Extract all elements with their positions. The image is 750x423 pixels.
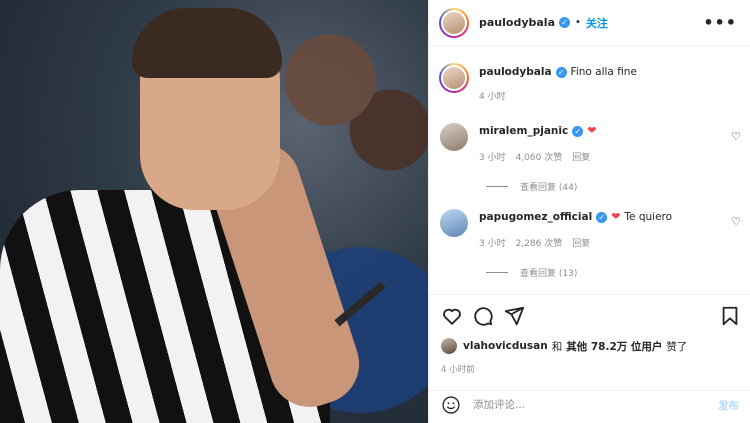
post-header: paulodybala ✓ • 关注 ••• (429, 0, 750, 46)
caption-text: Fino alla fine (570, 66, 637, 78)
verified-icon: ✓ (555, 66, 567, 78)
liker-username[interactable]: vlahovicdusan (463, 340, 548, 352)
post-photo[interactable] (0, 0, 428, 423)
heart-icon[interactable] (441, 305, 463, 327)
caption-avatar[interactable] (439, 63, 469, 93)
emoji-icon[interactable] (441, 395, 461, 415)
verified-icon: ✓ (596, 211, 608, 223)
comment-username[interactable]: papugomez_official (479, 211, 592, 223)
separator-dot: • (575, 17, 581, 28)
comment-username[interactable]: miralem_pjanic (479, 125, 568, 137)
likes-suffix: 赞了 (666, 340, 688, 353)
caption-time[interactable]: 4 小时 (479, 89, 506, 102)
verified-icon: ✓ (572, 125, 584, 137)
more-icon[interactable]: ••• (703, 13, 737, 32)
reply-button[interactable]: 回复 (572, 236, 590, 249)
post-side-panel: paulodybala ✓ • 关注 ••• paulodybala ✓ Fino … (428, 0, 750, 423)
likes-others[interactable]: 其他 78.2万 位用户 (566, 339, 662, 354)
commenter-avatar[interactable] (439, 122, 469, 152)
comment-item: miralem_pjanic ✓ ❤ 3 小时 4,060 次赞 回复 (439, 122, 596, 163)
verified-icon: ✓ (559, 17, 570, 28)
likes-summary: vlahovicdusan 和 其他 78.2万 位用户 赞了 (441, 338, 687, 354)
likes-and: 和 (551, 340, 563, 353)
view-replies[interactable]: 查看回复 (13) (486, 266, 577, 279)
view-replies-label[interactable]: 查看回复 (44) (520, 180, 577, 193)
comment-time[interactable]: 3 小时 (479, 150, 506, 163)
comment-item: papugomez_official ✓ ❤ Te quiero 3 小时 2,286… (439, 208, 672, 249)
follow-button[interactable]: 关注 (586, 15, 608, 31)
red-heart-emoji-icon: ❤ (611, 210, 621, 223)
comment-like-heart-icon[interactable]: ♡ (731, 130, 741, 143)
caption-username[interactable]: paulodybala (479, 66, 552, 78)
add-comment-bar: 发布 (429, 390, 750, 419)
comment-time[interactable]: 3 小时 (479, 236, 506, 249)
author-username[interactable]: paulodybala (479, 16, 555, 29)
liker-avatar[interactable] (441, 338, 457, 354)
action-icons (441, 305, 741, 329)
comment-icon[interactable] (472, 305, 494, 327)
commenter-avatar[interactable] (439, 208, 469, 238)
comment-likes[interactable]: 4,060 次赞 (516, 150, 563, 163)
reply-button[interactable]: 回复 (572, 150, 590, 163)
post-actions: vlahovicdusan 和 其他 78.2万 位用户 赞了 4 小时前 发布 (429, 294, 750, 423)
comments-list: paulodybala ✓ Fino alla fine 4 小时 miralem_… (429, 46, 750, 294)
comment-text: Te quiero (624, 211, 673, 223)
caption-row: paulodybala ✓ Fino alla fine 4 小时 (439, 63, 637, 102)
comment-likes[interactable]: 2,286 次赞 (516, 236, 563, 249)
view-replies[interactable]: 查看回复 (44) (486, 180, 577, 193)
share-icon[interactable] (503, 305, 525, 327)
player-hair (132, 8, 282, 78)
author-avatar[interactable] (439, 7, 469, 38)
bookmark-icon[interactable] (719, 305, 741, 327)
post-comment-button[interactable]: 发布 (718, 398, 739, 413)
post-timestamp[interactable]: 4 小时前 (441, 363, 475, 375)
red-heart-emoji-icon: ❤ (587, 124, 597, 137)
view-replies-label[interactable]: 查看回复 (13) (520, 266, 577, 279)
comment-like-heart-icon[interactable]: ♡ (731, 215, 741, 228)
comment-input[interactable] (473, 399, 718, 411)
